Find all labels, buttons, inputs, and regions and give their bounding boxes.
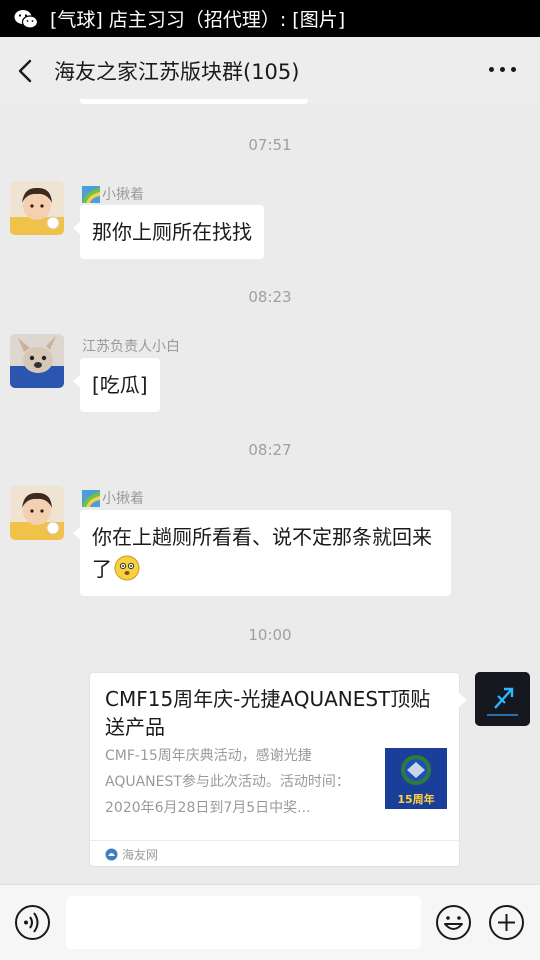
wechat-icon (14, 9, 38, 29)
back-button[interactable] (18, 58, 38, 84)
link-card[interactable]: CMF15周年庆-光捷AQUANEST顶贴送产品 CMF-15周年庆典活动，感谢… (89, 672, 467, 868)
link-card-source-name: 海友网 (122, 848, 159, 862)
sender-name: 小揪着 (82, 488, 144, 508)
self-avatar[interactable] (475, 672, 530, 726)
site-logo-icon (105, 848, 118, 861)
message-bubble[interactable]: 那你上厕所在找找 (73, 205, 264, 259)
message-list[interactable]: 07:51 小揪着 那你上厕所在找找 08:23 江苏负责人小白 [吃瓜] 08… (0, 104, 540, 884)
avatar-baby[interactable] (10, 486, 64, 540)
link-card-thumbnail: 15周年 (385, 748, 447, 809)
status-notification: [气球] 店主习习（招代理）: [图片] (50, 9, 346, 31)
sender-name: 江苏负责人小白 (82, 339, 180, 355)
message-bubble[interactable]: 你在上趟厕所看看、说不定那条就回来了 (73, 510, 451, 596)
avatar-bulldog[interactable] (10, 334, 64, 388)
rainbow-badge-icon (82, 489, 100, 507)
status-bar: [气球] 店主习习（招代理）: [图片] (0, 0, 540, 37)
rainbow-badge-icon (82, 185, 100, 203)
timestamp: 08:27 (248, 441, 292, 459)
awkward-emoji-icon (114, 555, 140, 581)
svg-text:15周年: 15周年 (397, 792, 434, 806)
sender-name: 小揪着 (82, 184, 144, 204)
input-bar (0, 884, 540, 960)
voice-icon[interactable] (14, 904, 51, 941)
link-card-title: CMF15周年庆-光捷AQUANEST顶贴送产品 (105, 687, 431, 739)
chat-title: 海友之家江苏版块群(105) (54, 59, 300, 84)
more-button[interactable] (489, 67, 516, 72)
plus-icon[interactable] (488, 904, 525, 941)
chevron-left-icon (18, 59, 32, 82)
more-dots-icon (489, 67, 494, 72)
link-card-source: 海友网 (90, 840, 459, 868)
emoji-icon[interactable] (435, 904, 472, 941)
link-card-description: CMF-15周年庆典活动，感谢光捷AQUANEST参与此次活动。活动时间：202… (105, 748, 350, 816)
timestamp: 07:51 (248, 136, 292, 154)
message-bubble[interactable]: [吃瓜] (73, 358, 160, 412)
timestamp: 10:00 (248, 626, 292, 644)
timestamp: 08:23 (248, 288, 292, 306)
chat-header: 海友之家江苏版块群(105) (0, 37, 540, 104)
avatar-baby[interactable] (10, 181, 64, 235)
message-input[interactable] (66, 896, 421, 949)
